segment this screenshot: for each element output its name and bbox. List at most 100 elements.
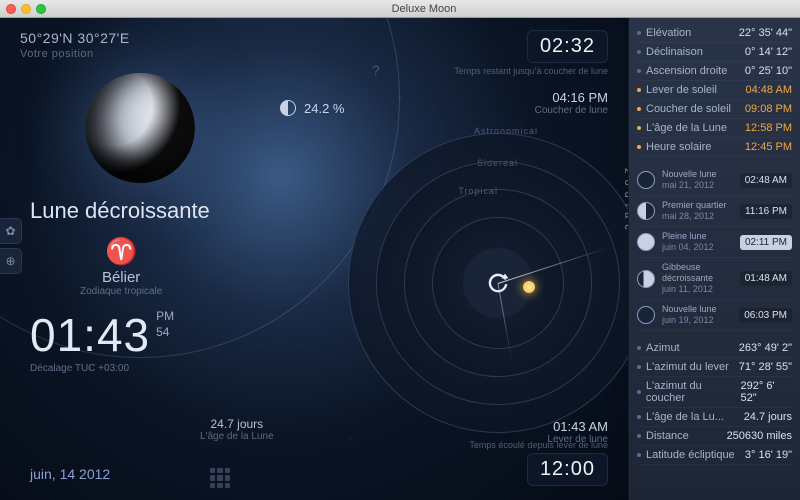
current-date[interactable]: juin, 14 2012 — [30, 466, 110, 482]
coords-label: Votre position — [20, 48, 130, 60]
window-titlebar: Deluxe Moon — [0, 0, 800, 18]
phase-row[interactable]: Gibbeuse décroissantejuin 11, 201201:48 … — [637, 258, 792, 300]
moonset-label: Coucher de lune — [535, 105, 608, 116]
phase-name: Lune décroissante — [30, 198, 210, 224]
phase-row[interactable]: Premier quartiermai 28, 2012 11:16 PM — [637, 196, 792, 227]
aries-icon: ♈ — [80, 236, 162, 267]
help-icon[interactable]: ? — [372, 62, 380, 78]
dial-label-sidereal: Sidereal — [477, 158, 518, 168]
zoom-icon[interactable] — [36, 4, 46, 14]
sidebar-row: L'âge de la Lune 12:58 PM — [637, 119, 792, 138]
sidebar-row-value: 22° 35' 44" — [739, 27, 792, 39]
sidebar-row-value: 71° 28' 55" — [739, 361, 792, 373]
moon-age-label: L'âge de la Lune — [200, 431, 274, 442]
phase-icon — [637, 202, 655, 220]
sidebar-row-value: 292° 6' 52" — [741, 380, 792, 404]
zodiac-sign[interactable]: ♈ Bélier Zodiaque tropicale — [80, 236, 162, 297]
sidebar-row-label: Ascension droite — [637, 65, 727, 77]
sidebar-row: Ascension droite 0° 25' 10" — [637, 62, 792, 81]
phase-time: 02:48 AM — [740, 173, 792, 188]
sidebar-row-label: Déclinaison — [637, 46, 703, 58]
location-coords[interactable]: 50°29'N 30°27'E Votre position — [20, 30, 130, 60]
sidebar-row: Coucher de soleil 09:08 PM — [637, 100, 792, 119]
phase-row[interactable]: Pleine lunejuin 04, 201202:11 PM — [637, 227, 792, 258]
clock-sec: 54 — [156, 324, 174, 340]
sidebar-row-label: Lever de soleil — [637, 84, 717, 96]
sidebar-row: L'azimut du coucher292° 6' 52" — [637, 377, 792, 408]
timer-value: 02:32 — [527, 30, 608, 63]
sidebar-row-label: L'azimut du lever — [637, 361, 729, 373]
moon-age: 24.7 jours L'âge de la Lune — [200, 417, 274, 442]
zodiac-arc-label: zodiac — [622, 168, 628, 236]
illumination-value: 24.2 % — [304, 101, 344, 116]
phase-time: 01:48 AM — [740, 271, 792, 286]
phase-text: Premier quartiermai 28, 2012 — [662, 200, 733, 222]
grid-menu-button[interactable] — [210, 468, 230, 488]
sidebar-row-label: L'âge de la Lu... — [637, 411, 724, 423]
phase-icon — [637, 270, 655, 288]
sidebar-row-label: L'azimut du coucher — [637, 380, 741, 404]
sidebar-row: Azimut 263° 49' 2" — [637, 339, 792, 358]
left-edge-toolbar: ✿ ⊕ — [0, 218, 22, 274]
phase-text: Pleine lunejuin 04, 2012 — [662, 231, 733, 253]
time-since-moonrise: Temps écoulé depuis lever de lune 12:00 — [469, 440, 608, 486]
sidebar-row-value: 12:58 PM — [745, 122, 792, 134]
coords-value: 50°29'N 30°27'E — [20, 30, 130, 46]
sidebar-row-label: Heure solaire — [637, 141, 711, 153]
zodiac-kind: Zodiaque tropicale — [80, 286, 162, 297]
sidebar-row: Distance250630 miles — [637, 427, 792, 446]
sidebar-row-label: Azimut — [637, 342, 680, 354]
sidebar-row: L'âge de la Lu... 24.7 jours — [637, 408, 792, 427]
window-title: Deluxe Moon — [54, 3, 794, 15]
illumination: 24.2 % — [280, 100, 344, 116]
sidebar-row: Déclinaison0° 14' 12" — [637, 43, 792, 62]
sidebar-row-value: 263° 49' 2" — [739, 342, 792, 354]
orbit-arc — [0, 18, 400, 358]
dial-label-tropical: Tropical — [458, 186, 498, 196]
phase-row[interactable]: Nouvelle lunejuin 19, 2012 06:03 PM — [637, 300, 792, 331]
sidebar-row-value: 09:08 PM — [745, 103, 792, 115]
elapsed-value: 12:00 — [527, 453, 608, 486]
sidebar-row: L'azimut du lever 71° 28' 55" — [637, 358, 792, 377]
sidebar-row-value: 24.7 jours — [744, 411, 792, 423]
phase-text: Nouvelle lunemai 21, 2012 — [662, 169, 733, 191]
sidebar-row-value: 3° 16' 19" — [745, 449, 792, 461]
moon-age-value: 24.7 jours — [200, 417, 274, 431]
moon-phase-icon — [280, 100, 296, 116]
data-sidebar[interactable]: Elévation 22° 35' 44" Déclinaison0° 14' 12… — [628, 18, 800, 500]
local-clock: 01:43 PM 54 — [30, 308, 174, 362]
close-icon[interactable] — [6, 4, 16, 14]
sidebar-row-label: Elévation — [637, 27, 691, 39]
plant-tool-button[interactable]: ✿ — [0, 218, 22, 244]
sidebar-row-value: 0° 25' 10" — [745, 65, 792, 77]
sidebar-row-label: Latitude écliptique — [637, 449, 735, 461]
clock-hhmm: 01:43 — [30, 308, 150, 362]
moonset-block: 04:16 PM Coucher de lune — [535, 90, 608, 116]
moon-graphic[interactable] — [85, 73, 195, 183]
timer-label: Temps restant jusqu'à coucher de lune — [454, 66, 608, 76]
sun-marker — [523, 281, 535, 293]
sidebar-row-value: 04:48 AM — [746, 84, 792, 96]
phase-time: 06:03 PM — [739, 308, 792, 323]
sidebar-row-value: 12:45 PM — [745, 141, 792, 153]
elapsed-label: Temps écoulé depuis lever de lune — [469, 440, 608, 450]
sidebar-row: Elévation 22° 35' 44" — [637, 24, 792, 43]
dial-label-astronomical: Astronomical — [474, 126, 538, 136]
sidebar-row-label: Coucher de soleil — [637, 103, 731, 115]
sidebar-row: Latitude écliptique 3° 16' 19" — [637, 446, 792, 465]
globe-tool-button[interactable]: ⊕ — [0, 248, 22, 274]
minimize-icon[interactable] — [21, 4, 31, 14]
zodiac-dial[interactable] — [348, 133, 628, 433]
utc-offset: Décalage TUC +03:00 — [30, 363, 129, 374]
phase-row[interactable]: Nouvelle lunemai 21, 2012 02:48 AM — [637, 165, 792, 196]
sidebar-row-label: Distance — [637, 430, 689, 442]
zodiac-name: Bélier — [80, 269, 162, 286]
phase-text: Nouvelle lunejuin 19, 2012 — [662, 304, 732, 326]
phase-time: 11:16 PM — [740, 204, 792, 219]
phase-icon — [637, 171, 655, 189]
phase-icon — [637, 233, 655, 251]
sidebar-row-label: L'âge de la Lune — [637, 122, 727, 134]
traffic-lights — [6, 4, 46, 14]
moonset-time: 04:16 PM — [535, 90, 608, 105]
clock-ampm: PM — [156, 308, 174, 324]
